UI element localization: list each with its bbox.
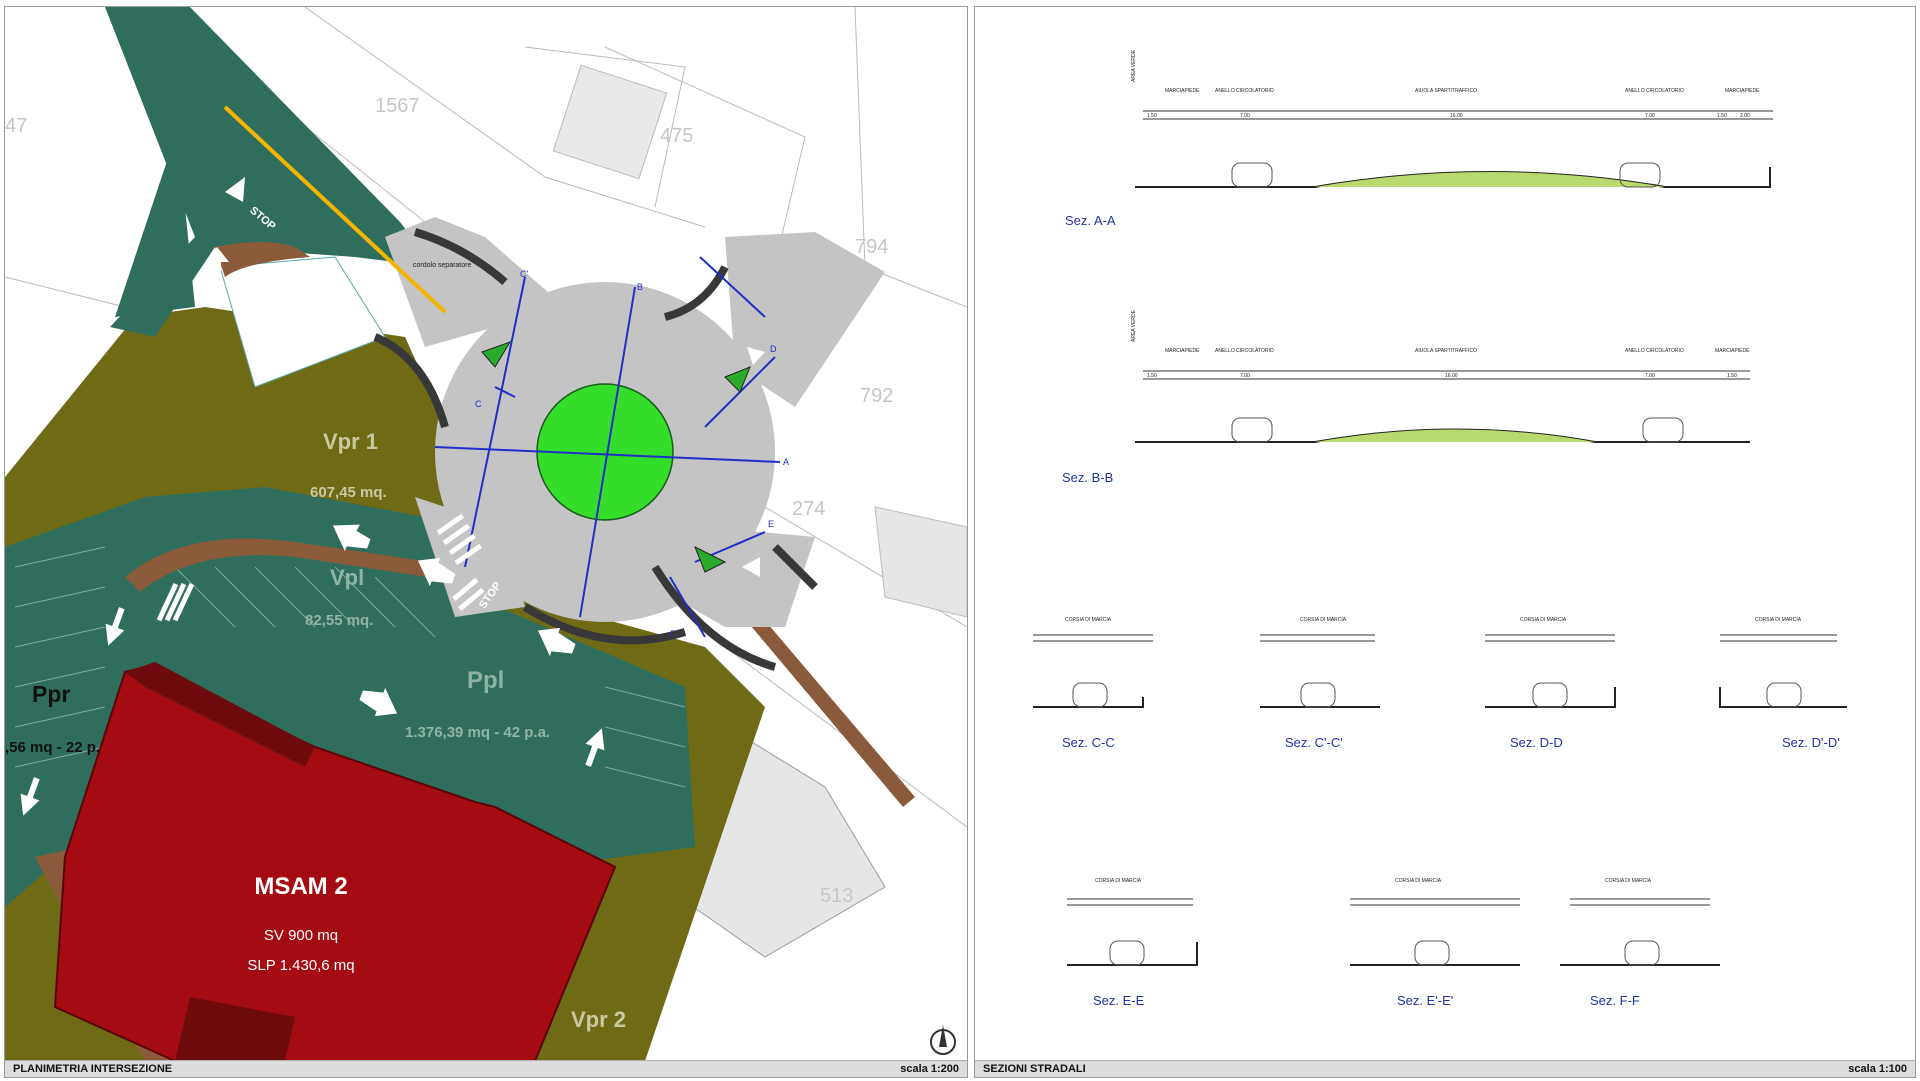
zone-name-ppr: Ppr — [32, 681, 70, 707]
dim-label: AREA VERDE — [1131, 49, 1137, 82]
parcel-number: 792 — [860, 385, 893, 407]
parcel-number: 513 — [820, 885, 853, 907]
section-ee-drawing: CORSIA DI MARCIA — [1067, 878, 1198, 966]
section-marker: A — [783, 457, 789, 467]
section-label: Sez. F-F — [1590, 993, 1640, 1008]
parcel-number: 794 — [855, 236, 888, 258]
dim-value: 7.00 — [1645, 373, 1655, 379]
dim-label: MARCIAPIEDE — [1715, 348, 1750, 354]
section-cc-drawing: CORSIA DI MARCIA — [1033, 617, 1153, 708]
dim-label: ANELLO CIRCOLATORIO — [1625, 88, 1684, 94]
zone-name-vpr2: Vpr 2 — [571, 1007, 626, 1032]
section-dd-drawing: CORSIA DI MARCIA — [1485, 617, 1616, 708]
dim-label: ANELLO CIRCOLATORIO — [1215, 88, 1274, 94]
north-arrow-icon — [930, 1025, 956, 1055]
sections-title: SEZIONI STRADALI — [983, 1063, 1086, 1075]
sections-panel: AREA VERDE MARCIAPIEDE ANELLO CIRCOLATOR… — [974, 6, 1916, 1078]
building-sv: SV 900 mq — [264, 927, 338, 944]
section-label: Sez. C'-C' — [1285, 735, 1343, 750]
zone-name-vpl: Vpl — [330, 565, 364, 590]
dim-label: AIUOLA SPARTITRAFFICO — [1415, 88, 1477, 94]
parcel-number: 1567 — [375, 95, 420, 117]
zone-area-ppr: ,56 mq - 22 p.a. — [5, 739, 113, 756]
dim-label: MARCIAPIEDE — [1725, 88, 1760, 94]
dim-value: 2.00 — [1740, 113, 1750, 119]
section-label: Sez. D'-D' — [1782, 735, 1840, 750]
sections-footer: SEZIONI STRADALI scala 1:100 — [975, 1060, 1915, 1077]
section-label: Sez. B-B — [1062, 470, 1113, 485]
dim-label: MARCIAPIEDE — [1165, 348, 1200, 354]
dim-label: CORSIA DI MARCIA — [1755, 617, 1802, 623]
dim-value: 16.00 — [1450, 113, 1463, 119]
intersection-plan: 1567 475 794 792 274 513 47 A B C' C D E… — [5, 7, 967, 1062]
section-marker: C — [475, 399, 482, 409]
section-label: Sez. D-D — [1510, 735, 1563, 750]
dim-label: CORSIA DI MARCIA — [1300, 617, 1347, 623]
road-sections: AREA VERDE MARCIAPIEDE ANELLO CIRCOLATOR… — [1033, 49, 1847, 1008]
cordolo-label: cordolo separatore — [413, 262, 471, 269]
zone-name-vpr1: Vpr 1 — [323, 429, 378, 454]
plan-panel: 1567 475 794 792 274 513 47 A B C' C D E… — [4, 6, 968, 1078]
section-marker: F — [670, 629, 676, 639]
section-ff-drawing: CORSIA DI MARCIA — [1560, 878, 1720, 966]
plan-footer: PLANIMETRIA INTERSEZIONE scala 1:200 — [5, 1060, 967, 1077]
section-marker: D — [770, 344, 777, 354]
plan-title: PLANIMETRIA INTERSEZIONE — [13, 1063, 173, 1075]
dim-label: MARCIAPIEDE — [1165, 88, 1200, 94]
dim-value: 1.50 — [1147, 113, 1157, 119]
dim-label: CORSIA DI MARCIA — [1395, 878, 1442, 884]
section-marker: C' — [520, 269, 528, 279]
section-label: Sez. E-E — [1093, 993, 1145, 1008]
dim-label: CORSIA DI MARCIA — [1605, 878, 1652, 884]
parcel-number: 274 — [792, 498, 825, 520]
section-dd-prime-drawing: CORSIA DI MARCIA — [1719, 617, 1847, 708]
dim-label: AIUOLA SPARTITRAFFICO — [1415, 348, 1477, 354]
section-ee-prime-drawing: CORSIA DI MARCIA — [1350, 878, 1520, 966]
section-label: Sez. E'-E' — [1397, 993, 1453, 1008]
zone-area-vpl: 82,55 mq. — [305, 612, 373, 629]
dim-label: ANELLO CIRCOLATORIO — [1215, 348, 1274, 354]
zone-name-ppl: Ppl — [467, 667, 504, 694]
dim-value: 1.50 — [1727, 373, 1737, 379]
dim-label: CORSIA DI MARCIA — [1065, 617, 1112, 623]
section-label: Sez. A-A — [1065, 213, 1116, 228]
zone-area-vpr1: 607,45 mq. — [310, 484, 387, 501]
dim-value: 1.50 — [1717, 113, 1727, 119]
parcel-number: 475 — [660, 125, 693, 147]
dim-label: CORSIA DI MARCIA — [1520, 617, 1567, 623]
dim-value: 1.50 — [1147, 373, 1157, 379]
building-slp: SLP 1.430,6 mq — [247, 957, 354, 974]
dim-value: 7.00 — [1240, 373, 1250, 379]
dim-value: 7.00 — [1645, 113, 1655, 119]
dim-value: 7.00 — [1240, 113, 1250, 119]
dim-value: 16.00 — [1445, 373, 1458, 379]
section-bb-drawing: AREA VERDE MARCIAPIEDE ANELLO CIRCOLATOR… — [1131, 309, 1750, 443]
dim-label: ANELLO CIRCOLATORIO — [1625, 348, 1684, 354]
section-aa-drawing: AREA VERDE MARCIAPIEDE ANELLO CIRCOLATOR… — [1131, 49, 1773, 188]
section-marker: B — [637, 282, 643, 292]
section-marker: E — [768, 519, 774, 529]
dim-label: CORSIA DI MARCIA — [1095, 878, 1142, 884]
parcel-number: 47 — [5, 115, 27, 137]
building-name: MSAM 2 — [254, 873, 347, 900]
plan-scale: scala 1:200 — [900, 1063, 959, 1075]
zone-area-ppl: 1.376,39 mq - 42 p.a. — [405, 724, 550, 741]
section-label: Sez. C-C — [1062, 735, 1115, 750]
dim-label: AREA VERDE — [1131, 309, 1137, 342]
section-cc-prime-drawing: CORSIA DI MARCIA — [1260, 617, 1380, 708]
sections-scale: scala 1:100 — [1848, 1063, 1907, 1075]
